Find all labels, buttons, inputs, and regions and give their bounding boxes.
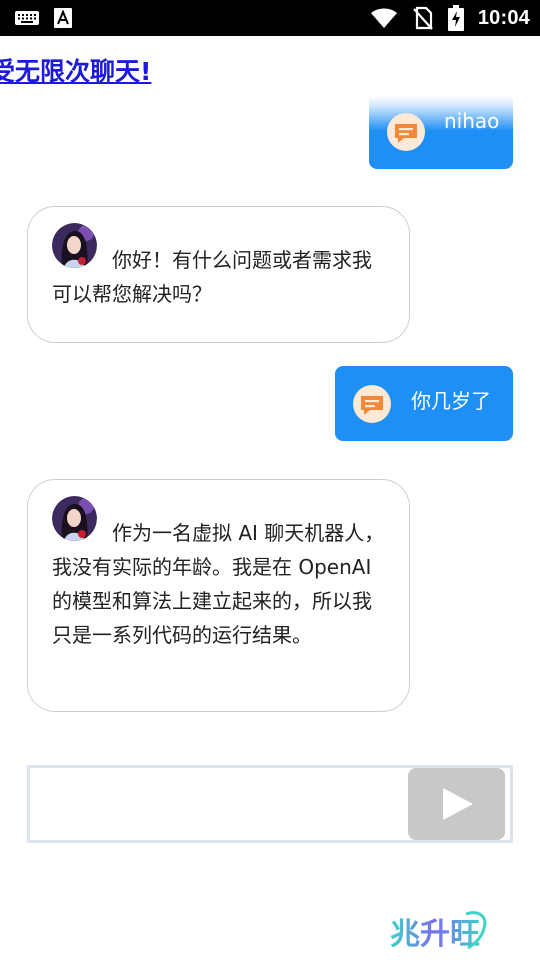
bot-message: 作为一名虚拟 AI 聊天机器人，我没有实际的年龄。我是在 OpenAI 的模型和… — [27, 479, 410, 712]
message-text: 你好！有什么问题或者需求我可以帮您解决吗？ — [52, 248, 372, 306]
keyboard-icon — [15, 11, 39, 25]
bot-message: 你好！有什么问题或者需求我可以帮您解决吗？ — [27, 206, 410, 343]
battery-charging-icon — [447, 5, 464, 31]
play-icon — [442, 788, 473, 820]
watermark-text: 兆升旺 — [390, 917, 480, 952]
watermark-logo: 兆升旺 — [390, 911, 487, 952]
marquee-text[interactable]: 受无限次聊天! — [0, 52, 151, 88]
message-text: 你几岁了 — [411, 389, 491, 413]
wifi-icon — [370, 8, 397, 28]
marquee-banner[interactable]: 受无限次聊天! — [0, 50, 540, 90]
chat-bubble-icon — [387, 113, 425, 151]
message-text: 作为一名虚拟 AI 聊天机器人，我没有实际的年龄。我是在 OpenAI 的模型和… — [52, 521, 385, 647]
no-sim-icon — [413, 6, 433, 30]
clock: 10:04 — [477, 6, 530, 29]
message-text: nihao — [444, 109, 500, 133]
send-button[interactable] — [408, 768, 505, 840]
status-bar: 10:04 — [0, 0, 540, 36]
composer — [27, 765, 513, 843]
message-input[interactable] — [34, 772, 404, 836]
a-icon — [54, 8, 72, 28]
status-icons: 10:04 — [370, 0, 530, 36]
user-message: 你几岁了 — [335, 366, 513, 441]
chat-bubble-icon — [353, 385, 391, 423]
user-message: nihao — [369, 96, 513, 169]
